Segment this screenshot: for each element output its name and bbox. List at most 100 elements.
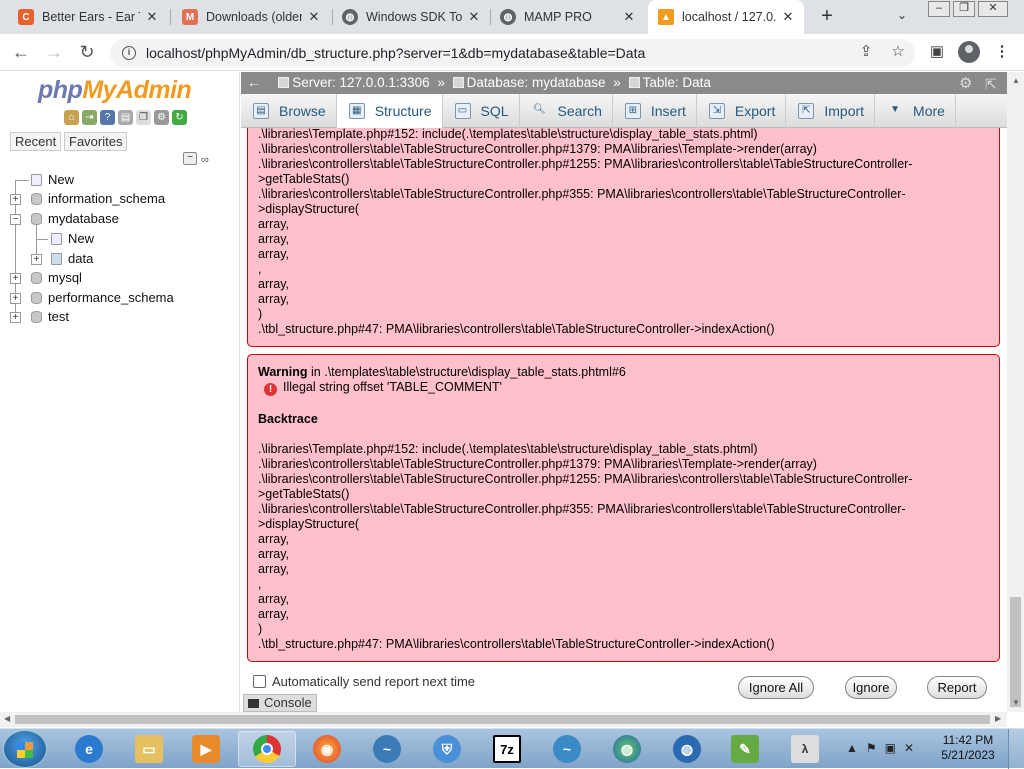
breadcrumb-table[interactable]: Table: Data	[643, 75, 711, 90]
language-icon[interactable]: λ	[776, 731, 834, 767]
tree-item-data-table[interactable]: data	[68, 250, 93, 268]
copy-icon[interactable]: ❐	[136, 110, 151, 125]
close-window-button[interactable]: ✕	[978, 1, 1008, 17]
ie-icon[interactable]: e	[60, 731, 118, 767]
close-tab-icon[interactable]: ✕	[466, 9, 482, 25]
scroll-right-icon[interactable]: ▶	[995, 714, 1001, 723]
tree-item-new[interactable]: New	[48, 171, 74, 189]
flag-icon[interactable]: ⚑	[866, 741, 877, 755]
show-desktop-button[interactable]	[1008, 729, 1024, 769]
ignore-all-button[interactable]: Ignore All	[738, 676, 814, 699]
volume-muted-icon[interactable]: ✕	[904, 741, 914, 755]
tab-import[interactable]: ⇱ Import	[786, 94, 876, 128]
new-tab-button[interactable]: +	[816, 6, 838, 28]
collapse-nav-arrow-icon[interactable]: ←	[247, 75, 261, 90]
checkbox[interactable]	[253, 675, 266, 688]
minimize-button[interactable]: –	[928, 1, 950, 17]
bookmark-star-icon[interactable]: ☆	[887, 42, 909, 64]
logout-icon[interactable]: ⇥	[82, 110, 97, 125]
forward-arrow-icon[interactable]: →	[43, 42, 65, 64]
expand-icon[interactable]: +	[10, 194, 21, 205]
scroll-down-icon[interactable]: ▼	[1012, 698, 1020, 707]
ignore-button[interactable]: Ignore	[845, 676, 897, 699]
share-icon[interactable]: ⇪	[855, 42, 877, 64]
side-panel-icon[interactable]: ▣	[926, 42, 948, 64]
tree-item-performance-schema[interactable]: performance_schema	[48, 289, 174, 307]
gear-icon[interactable]: ⚙	[154, 110, 169, 125]
collapse-all-button[interactable]: −	[183, 152, 197, 165]
chrome-menu-icon[interactable]: ⋮	[991, 42, 1013, 64]
chrome-icon[interactable]	[238, 731, 296, 767]
tab-mamp-pro[interactable]: ◍ MAMP PRO ✕	[490, 0, 645, 34]
docs-icon[interactable]: ▤	[118, 110, 133, 125]
tree-item-test[interactable]: test	[48, 308, 69, 326]
favorites-tab[interactable]: Favorites	[64, 132, 128, 151]
scroll-up-icon[interactable]: ▲	[1012, 76, 1020, 85]
vertical-scrollbar[interactable]: ▲ ▼	[1007, 72, 1024, 712]
reload-icon[interactable]: ↻	[172, 110, 187, 125]
gear-icon[interactable]: ⚙	[959, 73, 972, 95]
tab-search[interactable]: 🔍︎ Search	[520, 94, 613, 128]
url-bar[interactable]: i localhost/phpMyAdmin/db_structure.php?…	[110, 39, 915, 67]
close-tab-icon[interactable]: ✕	[306, 9, 322, 25]
home-icon[interactable]: ⌂	[64, 110, 79, 125]
editor-icon[interactable]: ✎	[716, 731, 774, 767]
console-toggle[interactable]: Console	[243, 694, 317, 712]
firefox-icon[interactable]: ◉	[298, 731, 356, 767]
tab-browse[interactable]: ▤ Browse	[241, 94, 337, 128]
expand-icon[interactable]: +	[10, 312, 21, 323]
expand-icon[interactable]: +	[10, 293, 21, 304]
site-info-icon[interactable]: i	[122, 46, 136, 60]
network-icon[interactable]: ◍	[598, 731, 656, 767]
phpmyadmin-logo[interactable]: phpMyAdmin	[38, 76, 192, 105]
expand-icon[interactable]: +	[31, 254, 42, 265]
display-icon[interactable]: ▣	[885, 741, 896, 755]
maximize-button[interactable]: ❐	[953, 1, 975, 17]
breadcrumb-database[interactable]: Database: mydatabase	[467, 75, 606, 90]
tab-downloads[interactable]: M Downloads (older ✕	[172, 0, 330, 34]
tree-item-new-table[interactable]: New	[68, 230, 94, 248]
breadcrumb-server[interactable]: Server: 127.0.0.1:3306	[292, 75, 429, 90]
tray-expand-icon[interactable]: ▲	[846, 741, 858, 755]
profile-avatar[interactable]	[958, 41, 980, 63]
tab-export[interactable]: ⇲ Export	[697, 94, 787, 128]
tab-windows-sdk[interactable]: ◍ Windows SDK Too ✕	[332, 0, 490, 34]
mysql-workbench-icon[interactable]: ~	[358, 731, 416, 767]
expand-icon[interactable]: +	[10, 273, 21, 284]
hide-menu-icon[interactable]: ⇱	[985, 73, 997, 95]
browser-tab-strip: C Better Ears - Ear T ✕ M Downloads (old…	[0, 0, 1024, 34]
report-button[interactable]: Report	[927, 676, 987, 699]
close-tab-icon[interactable]: ✕	[144, 9, 160, 25]
tab-insert[interactable]: ⊞ Insert	[613, 94, 697, 128]
globe-icon[interactable]: ◍	[658, 731, 716, 767]
recent-tab[interactable]: Recent	[10, 132, 62, 151]
tab-structure[interactable]: ▦ Structure	[336, 94, 443, 128]
explorer-icon[interactable]: ▭	[120, 731, 178, 767]
close-tab-icon[interactable]: ✕	[621, 9, 637, 25]
tab-phpmyadmin[interactable]: ▲ localhost / 127.0.0 ✕	[648, 0, 804, 34]
taskbar-clock[interactable]: 11:42 PM 5/21/2023	[938, 733, 998, 763]
7zip-icon[interactable]: 7z	[478, 731, 536, 767]
start-button[interactable]	[3, 730, 47, 768]
tree-item-mydatabase[interactable]: mydatabase	[48, 210, 119, 228]
close-tab-icon[interactable]: ✕	[780, 9, 796, 25]
scroll-left-icon[interactable]: ◀	[4, 714, 10, 723]
scroll-thumb[interactable]	[1010, 597, 1021, 707]
media-player-icon[interactable]: ▶	[177, 731, 235, 767]
auto-report-checkbox[interactable]: Automatically send report next time	[253, 674, 475, 689]
tree-item-mysql[interactable]: mysql	[48, 269, 82, 287]
tree-item-information-schema[interactable]: information_schema	[48, 190, 165, 208]
back-arrow-icon[interactable]: ←	[10, 42, 32, 64]
collapse-icon[interactable]: −	[10, 214, 21, 225]
link-with-main-icon[interactable]: ∞	[201, 154, 209, 166]
help-icon[interactable]: ?	[100, 110, 115, 125]
reload-icon[interactable]: ↻	[76, 42, 98, 64]
security-icon[interactable]: ⛨	[418, 731, 476, 767]
tab-sql[interactable]: ▭ SQL	[443, 94, 520, 128]
scroll-thumb[interactable]	[15, 715, 990, 724]
tab-more[interactable]: ▼ More	[875, 94, 956, 128]
mysql-icon[interactable]: ~	[538, 731, 596, 767]
tab-better-ears[interactable]: C Better Ears - Ear T ✕	[8, 0, 168, 34]
tab-search-chevron-icon[interactable]: ⌄	[897, 8, 907, 22]
horizontal-scrollbar[interactable]: ◀ ▶	[0, 712, 1007, 727]
